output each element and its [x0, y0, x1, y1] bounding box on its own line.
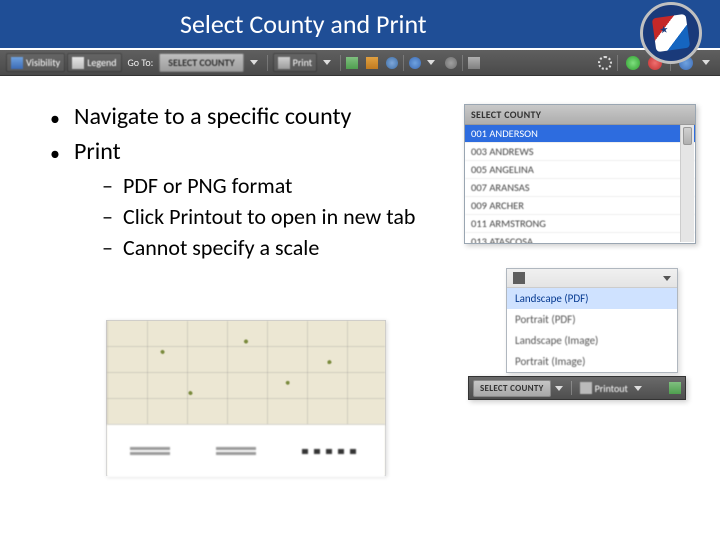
toolbar-separator [462, 55, 463, 71]
county-option[interactable]: 001 ANDERSON [465, 125, 695, 143]
county-option[interactable]: 011 ARMSTRONG [465, 215, 695, 233]
layers-icon[interactable] [366, 57, 378, 69]
legend-button[interactable]: Legend [67, 53, 121, 72]
chevron-down-icon[interactable] [555, 386, 563, 391]
printer-icon [580, 382, 592, 394]
print-button[interactable]: Print [273, 53, 317, 72]
print-label: Print [293, 56, 312, 69]
globe-icon[interactable] [386, 57, 398, 69]
target-icon[interactable] [598, 56, 612, 70]
tool-icon[interactable] [468, 57, 480, 69]
county-dropdown-header: SELECT COUNTY [465, 105, 695, 125]
county-option[interactable]: 005 ANGELINA [465, 161, 695, 179]
legend-label: Legend [87, 56, 116, 69]
chevron-down-icon[interactable] [702, 60, 710, 65]
printer-icon [278, 57, 290, 69]
printout-button[interactable]: Printout [580, 382, 628, 395]
chevron-down-icon[interactable] [427, 60, 435, 65]
scrollbar[interactable] [680, 125, 694, 242]
scrollbar-thumb[interactable] [683, 127, 692, 145]
map-toolbar: Visibility Legend Go To: SELECT COUNTY P… [0, 48, 720, 76]
toolbar-separator [617, 55, 618, 71]
goto-label: Go To: [124, 56, 158, 69]
chevron-down-icon[interactable] [250, 60, 258, 65]
visibility-button[interactable]: Visibility [6, 53, 65, 72]
chevron-down-icon[interactable] [323, 60, 331, 65]
page-icon [513, 272, 525, 284]
county-option[interactable]: 009 ARCHER [465, 197, 695, 215]
slide-title-bar: Select County and Print [0, 0, 720, 48]
toolbar-separator [267, 55, 268, 71]
slide-title: Select County and Print [180, 8, 427, 40]
county-option[interactable]: 013 ATASCOSA [465, 233, 695, 243]
format-option[interactable]: Portrait (PDF) [507, 309, 677, 330]
map-preview [106, 320, 386, 476]
star-icon: ★ [659, 22, 670, 36]
visibility-label: Visibility [26, 56, 60, 69]
format-dropdown-trigger[interactable] [507, 269, 677, 288]
grid-icon[interactable] [346, 57, 358, 69]
county-option[interactable]: 007 ARANSAS [465, 179, 695, 197]
status-green-icon[interactable] [626, 56, 640, 70]
agency-logo: ★ [640, 2, 702, 64]
map-legend-area [107, 425, 385, 477]
select-county-mini[interactable]: SELECT COUNTY [473, 380, 551, 397]
county-dropdown-panel: SELECT COUNTY 001 ANDERSON 003 ANDREWS 0… [464, 104, 696, 244]
toolbar-separator [571, 381, 572, 395]
chevron-down-icon[interactable] [634, 386, 642, 391]
printout-toolbar: SELECT COUNTY Printout [468, 376, 686, 400]
tool-icon[interactable] [445, 57, 457, 69]
legend-icon [72, 57, 84, 69]
toolbar-separator [403, 55, 404, 71]
print-format-popup: Landscape (PDF) Portrait (PDF) Landscape… [506, 268, 678, 373]
county-option[interactable]: 003 ANDREWS [465, 143, 695, 161]
format-option-selected[interactable]: Landscape (PDF) [507, 288, 677, 309]
texas-flag-icon: ★ [652, 14, 690, 52]
select-county-label: SELECT COUNTY [168, 56, 234, 69]
format-option[interactable]: Landscape (Image) [507, 330, 677, 351]
info-icon[interactable] [409, 57, 421, 69]
select-county-button[interactable]: SELECT COUNTY [159, 53, 243, 72]
chevron-down-icon [663, 276, 671, 281]
visibility-icon [11, 57, 23, 69]
county-list: 001 ANDERSON 003 ANDREWS 005 ANGELINA 00… [465, 125, 695, 243]
printout-label: Printout [595, 382, 628, 395]
toolbar-separator [340, 55, 341, 71]
format-option[interactable]: Portrait (Image) [507, 351, 677, 372]
map-canvas [107, 321, 385, 425]
grid-icon[interactable] [669, 382, 681, 394]
